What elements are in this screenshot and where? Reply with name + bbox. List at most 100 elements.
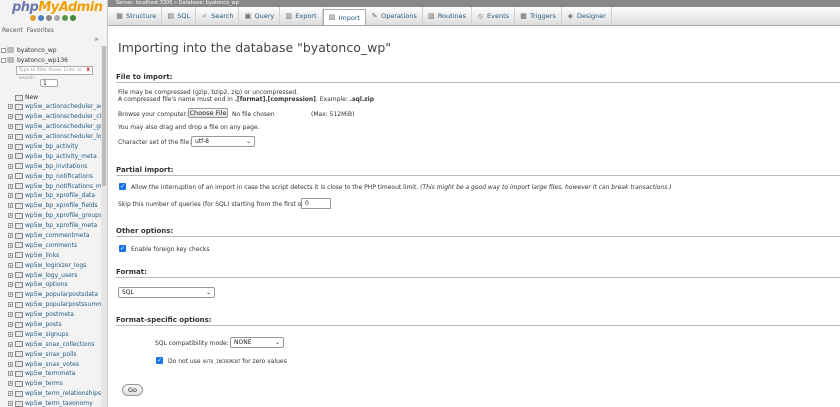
- table-item[interactable]: + wp5w_snax_polls: [0, 349, 107, 359]
- expand-icon[interactable]: +: [8, 351, 13, 357]
- expand-icon[interactable]: +: [8, 242, 13, 248]
- tab-triggers[interactable]: ▩ Triggers: [515, 7, 562, 25]
- table-icon[interactable]: [15, 370, 23, 377]
- expand-icon[interactable]: +: [8, 401, 13, 407]
- tab-structure[interactable]: ▦ Structure: [111, 7, 163, 25]
- table-icon[interactable]: [15, 321, 23, 328]
- table-icon[interactable]: [15, 351, 23, 358]
- expand-icon[interactable]: +: [8, 124, 13, 130]
- table-item[interactable]: + wp5w_snax_votes: [0, 359, 107, 369]
- phpmyadmin-logo[interactable]: phpMyAdmin: [12, 0, 103, 15]
- tab-export[interactable]: ▥ Export: [280, 7, 323, 25]
- table-icon[interactable]: [15, 272, 23, 279]
- expand-icon[interactable]: +: [8, 292, 13, 298]
- expand-icon[interactable]: +: [8, 134, 13, 140]
- tab-operations[interactable]: ✎ Operations: [366, 7, 423, 25]
- table-icon[interactable]: [15, 281, 23, 288]
- table-icon[interactable]: [15, 143, 23, 150]
- table-icon[interactable]: [15, 311, 23, 318]
- tab-designer[interactable]: ◈ Designer: [562, 7, 612, 25]
- page-select[interactable]: 1: [40, 78, 58, 87]
- table-item[interactable]: + wp5w_term_relationships: [0, 389, 107, 399]
- table-name[interactable]: wp5w_snax_collections: [25, 341, 95, 348]
- table-name[interactable]: wp5w_bp_invitations: [25, 163, 87, 170]
- skip-queries-input[interactable]: 0: [301, 198, 331, 209]
- table-icon[interactable]: [15, 212, 23, 219]
- expand-icon[interactable]: +: [8, 193, 13, 199]
- table-item[interactable]: + wp5w_commentmeta: [0, 231, 107, 241]
- table-icon[interactable]: [15, 301, 23, 308]
- table-name[interactable]: wp5w_term_relationships: [25, 390, 101, 397]
- docs-icon[interactable]: [46, 15, 52, 21]
- table-item[interactable]: + wp5w_actionscheduler_ac: [0, 102, 107, 112]
- table-name[interactable]: wp5w_terms: [25, 380, 63, 387]
- expand-icon[interactable]: +: [8, 114, 13, 120]
- table-name[interactable]: wp5w_commentmeta: [25, 232, 90, 239]
- table-icon[interactable]: [15, 133, 23, 140]
- table-item[interactable]: + wp5w_actionscheduler_gr: [0, 122, 107, 132]
- expand-icon[interactable]: +: [8, 252, 13, 258]
- table-name[interactable]: wp5w_bp_xprofile_groups: [25, 212, 102, 219]
- table-name[interactable]: wp5w_posts: [25, 321, 62, 328]
- expand-icon[interactable]: +: [8, 213, 13, 219]
- table-name[interactable]: wp5w_signups: [25, 331, 69, 338]
- reload-icon[interactable]: [70, 15, 76, 21]
- table-name[interactable]: wp5w_bp_xprofile_fields: [25, 202, 98, 209]
- table-icon[interactable]: [15, 202, 23, 209]
- expand-icon[interactable]: +: [8, 183, 13, 189]
- expand-icon[interactable]: +: [8, 331, 13, 337]
- table-icon[interactable]: [15, 361, 23, 368]
- link-chain-icon[interactable]: ∞: [94, 36, 99, 43]
- db-item[interactable]: byatonco_wp136: [0, 55, 107, 65]
- sql-compat-select[interactable]: NONE ⌄: [230, 337, 284, 348]
- collapse-icon[interactable]: [1, 57, 6, 63]
- expand-icon[interactable]: +: [8, 153, 13, 159]
- expand-icon[interactable]: +: [8, 203, 13, 209]
- table-name[interactable]: wp5w_options: [25, 281, 68, 288]
- expand-icon[interactable]: +: [8, 391, 13, 397]
- go-button[interactable]: Go: [122, 384, 143, 396]
- table-item[interactable]: + wp5w_popularpostssumm: [0, 300, 107, 310]
- table-item[interactable]: + wp5w_bp_activity: [0, 142, 107, 152]
- table-icon[interactable]: [15, 163, 23, 170]
- table-name[interactable]: wp5w_actionscheduler_cla: [25, 113, 105, 120]
- table-item[interactable]: + wp5w_snax_collections: [0, 339, 107, 349]
- tab-query[interactable]: ▣ Query: [239, 7, 281, 25]
- table-name[interactable]: wp5w_actionscheduler_gr: [25, 123, 103, 130]
- table-name[interactable]: wp5w_postmeta: [25, 311, 74, 318]
- table-icon[interactable]: [15, 242, 23, 249]
- table-item[interactable]: + wp5w_terms: [0, 379, 107, 389]
- table-name[interactable]: wp5w_actionscheduler_ac: [25, 103, 103, 110]
- expand-icon[interactable]: +: [8, 341, 13, 347]
- table-item[interactable]: + wp5w_bp_notifications_me: [0, 181, 107, 191]
- expand-icon[interactable]: +: [8, 381, 13, 387]
- table-name[interactable]: wp5w_logy_users: [25, 272, 77, 279]
- table-icon[interactable]: [15, 123, 23, 130]
- tab-search[interactable]: ⌕ Search: [196, 7, 240, 25]
- clear-filter-icon[interactable]: X: [87, 67, 92, 74]
- table-icon[interactable]: [15, 291, 23, 298]
- table-item[interactable]: + wp5w_bp_xprofile_data: [0, 191, 107, 201]
- table-item[interactable]: + wp5w_termmeta: [0, 369, 107, 379]
- table-icon[interactable]: [15, 252, 23, 259]
- expand-icon[interactable]: +: [8, 163, 13, 169]
- table-icon[interactable]: [15, 153, 23, 160]
- table-icon[interactable]: [15, 380, 23, 387]
- expand-icon[interactable]: +: [8, 144, 13, 149]
- table-item[interactable]: + wp5w_bp_activity_meta: [0, 151, 107, 161]
- table-name[interactable]: wp5w_bp_activity_meta: [25, 153, 97, 160]
- expand-icon[interactable]: +: [8, 223, 13, 229]
- foreign-keys-checkbox[interactable]: ✓: [119, 245, 126, 252]
- expand-icon[interactable]: +: [8, 361, 13, 367]
- table-item[interactable]: + wp5w_comments: [0, 240, 107, 250]
- table-item[interactable]: + wp5w_bp_notifications: [0, 171, 107, 181]
- recent-tab[interactable]: Recent: [2, 27, 23, 34]
- table-item[interactable]: + wp5w_bp_invitations: [0, 161, 107, 171]
- table-icon[interactable]: [15, 192, 23, 199]
- help-icon[interactable]: [54, 15, 60, 21]
- table-icon[interactable]: [15, 232, 23, 239]
- table-name[interactable]: wp5w_bp_activity: [25, 143, 78, 150]
- table-name[interactable]: wp5w_bp_notifications: [25, 173, 93, 180]
- table-item[interactable]: + wp5w_term_taxonomy: [0, 399, 107, 407]
- nav-scrollbar[interactable]: [101, 46, 107, 407]
